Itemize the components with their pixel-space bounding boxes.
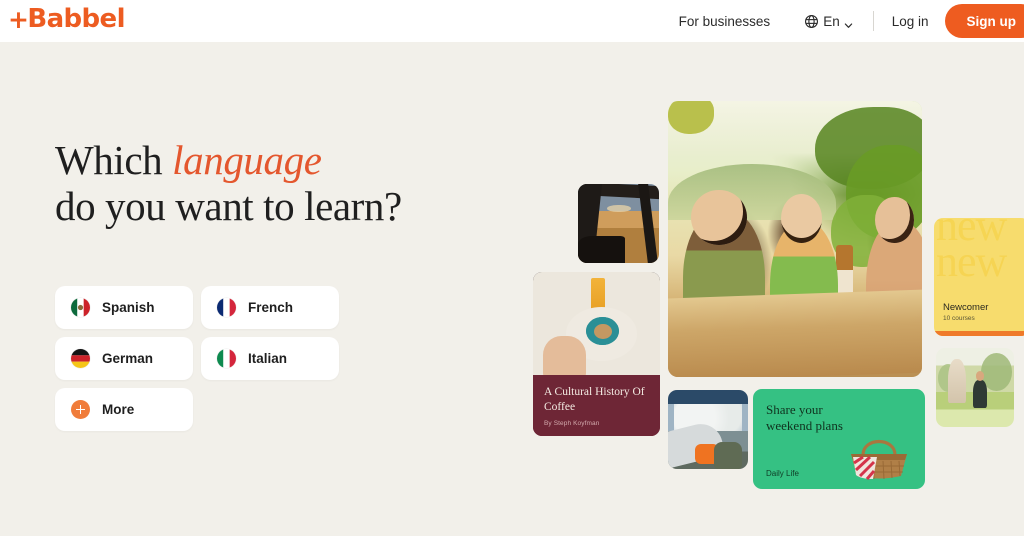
picnic-basket-icon bbox=[843, 421, 915, 481]
collage-main-photo bbox=[668, 101, 922, 377]
collage-newcomer-card[interactable]: new new Newcomer 10 courses bbox=[934, 218, 1024, 336]
airplane-wing-photo bbox=[668, 390, 748, 469]
language-code-label: En bbox=[823, 13, 840, 29]
page-root: + Babbel For businesses En Log in Sign u… bbox=[0, 0, 1024, 536]
header-nav: For businesses En Log in Sign up bbox=[671, 0, 1024, 42]
collage-coffee-card[interactable]: A Cultural History Of Coffee By Steph Ko… bbox=[533, 272, 660, 436]
coffee-table-photo bbox=[533, 272, 660, 382]
nav-for-businesses[interactable]: For businesses bbox=[671, 14, 779, 29]
coffee-card-body: A Cultural History Of Coffee By Steph Ko… bbox=[533, 375, 660, 436]
park-umbrella-photo bbox=[936, 348, 1014, 427]
newcomer-card-body: new new Newcomer 10 courses bbox=[934, 218, 1024, 336]
photo-engine-cowl bbox=[714, 442, 742, 469]
green-card-tag: Daily Life bbox=[766, 469, 799, 478]
collage-plane-photo bbox=[668, 390, 748, 469]
language-switcher[interactable]: En bbox=[798, 14, 859, 29]
car-window-field-photo bbox=[578, 184, 659, 263]
hero-collage: A Cultural History Of Coffee By Steph Ko… bbox=[0, 0, 1024, 536]
coffee-card-byline: By Steph Koyfman bbox=[544, 419, 600, 427]
newcomer-watermark: new new bbox=[936, 218, 1007, 287]
green-card-body: Share your weekend plans Daily Life bbox=[753, 389, 925, 489]
header-divider bbox=[872, 11, 874, 31]
collage-green-card[interactable]: Share your weekend plans Daily Life bbox=[753, 389, 925, 489]
collage-park-photo bbox=[936, 348, 1014, 427]
globe-icon bbox=[804, 14, 819, 29]
friends-at-table-photo bbox=[668, 101, 922, 377]
car-door bbox=[578, 236, 625, 263]
logo-plus-icon: + bbox=[8, 4, 29, 34]
newcomer-title: Newcomer bbox=[943, 302, 989, 313]
site-header: + Babbel For businesses En Log in Sign u… bbox=[0, 0, 1024, 42]
babbel-logo[interactable]: + Babbel bbox=[8, 4, 125, 34]
photo-table bbox=[668, 289, 922, 377]
log-in-link[interactable]: Log in bbox=[888, 14, 933, 29]
collage-car-photo bbox=[578, 184, 659, 263]
coffee-card-title: A Cultural History Of Coffee bbox=[544, 386, 645, 414]
sign-up-button[interactable]: Sign up bbox=[944, 4, 1024, 38]
newcomer-meta: Newcomer 10 courses bbox=[943, 302, 988, 322]
chevron-down-icon bbox=[844, 17, 853, 28]
newcomer-accent-strip bbox=[934, 331, 1024, 336]
newcomer-course-count: 10 courses bbox=[943, 315, 975, 322]
logo-wordmark: Babbel bbox=[27, 4, 125, 34]
photo-umbrella bbox=[948, 359, 966, 404]
photo-cloud bbox=[607, 204, 632, 213]
photo-person bbox=[973, 370, 987, 409]
